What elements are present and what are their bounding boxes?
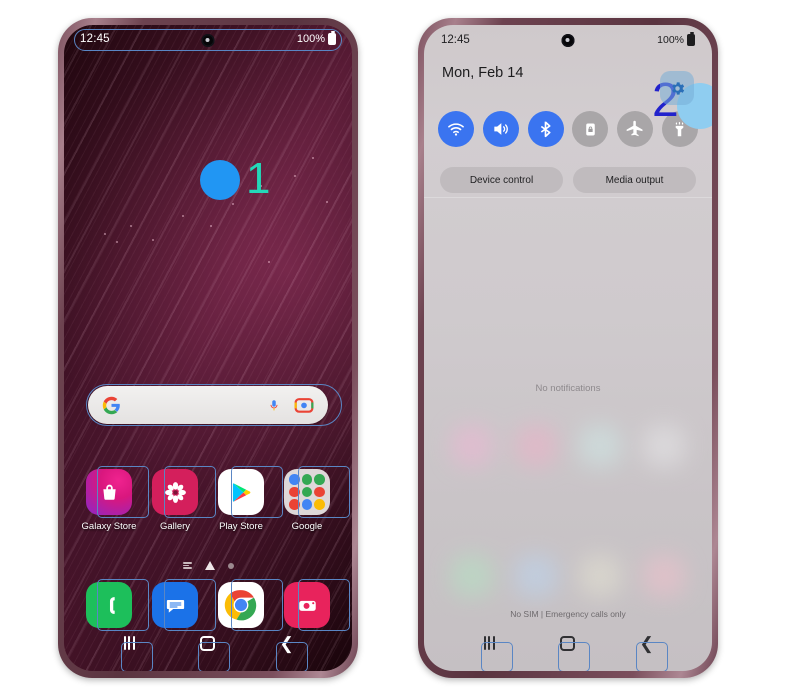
folder-mini-app-icon-2 [301, 474, 313, 485]
nav-back-button[interactable]: ❮ [630, 630, 664, 656]
app-google-folder[interactable]: Google [279, 469, 335, 532]
quick-settings-date: Mon, Feb 14 [442, 65, 524, 81]
folder-mini-app-icon-3 [314, 474, 325, 485]
back-chevron-icon: ❮ [279, 633, 294, 653]
nav-home-button[interactable] [551, 630, 585, 656]
battery-percent-label: 100% [296, 33, 325, 45]
rotate-lock-icon [586, 122, 595, 136]
swipe-down-touch-indicator [200, 160, 240, 200]
battery-percent-label: 100% [657, 34, 684, 46]
app-gallery[interactable]: Gallery [147, 469, 203, 532]
screenshot-stage: 12:45 100% 1 Galaxy Store Gallery Play S… [0, 0, 800, 700]
toggle-bluetooth[interactable] [527, 111, 564, 147]
gallery-flower-icon [152, 469, 198, 515]
home-dock-row: Phone Messages [64, 582, 352, 628]
google-folder-icon [284, 469, 330, 515]
folder-mini-app-icon-9 [314, 499, 325, 510]
dock-app-camera[interactable]: Camera [279, 582, 335, 628]
google-g-icon [102, 396, 121, 415]
toggle-wifi[interactable] [438, 111, 474, 147]
bluetooth-icon [540, 121, 551, 138]
recents-bars-icon [483, 636, 495, 650]
toggle-flight-mode[interactable] [617, 111, 654, 147]
folder-mini-app-icon-5 [301, 486, 313, 498]
recents-bars-icon [123, 636, 135, 650]
home-indicator-icon [204, 561, 215, 570]
google-lens-camera-icon[interactable] [294, 395, 314, 415]
folder-mini-app-icon-8 [301, 499, 313, 510]
messages-bubble-icon [152, 582, 198, 628]
front-camera-punch-hole [201, 34, 215, 47]
wifi-icon [448, 123, 464, 136]
battery-full-icon [328, 31, 336, 45]
list-lines-indicator-icon [182, 562, 192, 569]
gear-icon [671, 81, 684, 95]
airplane-icon [626, 120, 643, 137]
no-notifications-label: No notifications [535, 383, 601, 394]
navigation-bar: ❮ [424, 623, 712, 663]
home-app-row: Galaxy Store Gallery Play Store Google [64, 469, 352, 532]
home-screen-wallpaper [64, 25, 352, 671]
status-bar-time: 12:45 [441, 34, 470, 46]
home-square-icon [200, 635, 216, 651]
toggle-auto-rotate[interactable] [572, 111, 609, 147]
phone-right-screen: 12:45 100% Mon, Feb 14 2 [424, 25, 712, 671]
dock-app-chrome[interactable]: Chrome [213, 582, 269, 628]
nav-recents-button[interactable] [112, 630, 146, 656]
app-label: Galaxy Store [81, 521, 137, 532]
app-play-store[interactable]: Play Store [213, 469, 269, 532]
app-label: Gallery [159, 521, 191, 532]
phone-device-left: 12:45 100% 1 Galaxy Store Gallery Play S… [58, 18, 358, 678]
front-camera-punch-hole [561, 34, 575, 47]
play-store-icon [218, 469, 264, 515]
settings-button[interactable] [660, 71, 694, 105]
nav-back-button[interactable]: ❮ [270, 630, 304, 656]
folder-mini-app-icon-1 [289, 474, 300, 485]
nav-home-button[interactable] [191, 630, 225, 656]
app-label: Google [291, 521, 323, 532]
annotation-step-1: 1 [246, 154, 271, 203]
status-bar-right-cluster: 100% [296, 31, 336, 45]
sim-status-label: No SIM | Emergency calls only [510, 609, 626, 619]
home-square-icon [560, 635, 576, 651]
folder-mini-app-icon-7 [289, 499, 300, 510]
dock-app-phone[interactable]: Phone [81, 582, 137, 628]
folder-mini-app-icon-4 [289, 486, 300, 498]
microphone-icon[interactable] [267, 396, 281, 415]
media-output-button[interactable]: Media output [573, 167, 696, 193]
google-search-bar[interactable] [88, 386, 328, 424]
galaxy-store-icon [86, 469, 132, 515]
app-galaxy-store[interactable]: Galaxy Store [81, 469, 137, 532]
phone-handset-icon [86, 582, 132, 628]
dock-app-messages[interactable]: Messages [147, 582, 203, 628]
quick-settings-panel-divider [424, 197, 712, 198]
nav-recents-button[interactable] [472, 630, 506, 656]
status-bar-right-cluster: 100% [657, 32, 695, 46]
speaker-icon [494, 123, 508, 135]
battery-full-icon [687, 32, 695, 46]
device-control-button[interactable]: Device control [440, 167, 563, 193]
folder-mini-app-icon-6 [314, 486, 325, 498]
phone-device-right: 12:45 100% Mon, Feb 14 2 [418, 18, 718, 678]
phone-left-screen: 12:45 100% 1 Galaxy Store Gallery Play S… [64, 25, 352, 671]
status-bar-time: 12:45 [80, 33, 110, 45]
navigation-bar: ❮ [64, 623, 352, 663]
page-indicator-row [64, 561, 352, 570]
app-label: Play Store [219, 521, 263, 532]
toggle-sound[interactable] [482, 111, 519, 147]
quick-settings-pill-row: Device control Media output [424, 167, 712, 193]
dot-indicator-icon [227, 562, 234, 569]
camera-icon [284, 582, 330, 628]
chrome-icon [218, 582, 264, 628]
back-chevron-icon: ❮ [639, 633, 654, 653]
